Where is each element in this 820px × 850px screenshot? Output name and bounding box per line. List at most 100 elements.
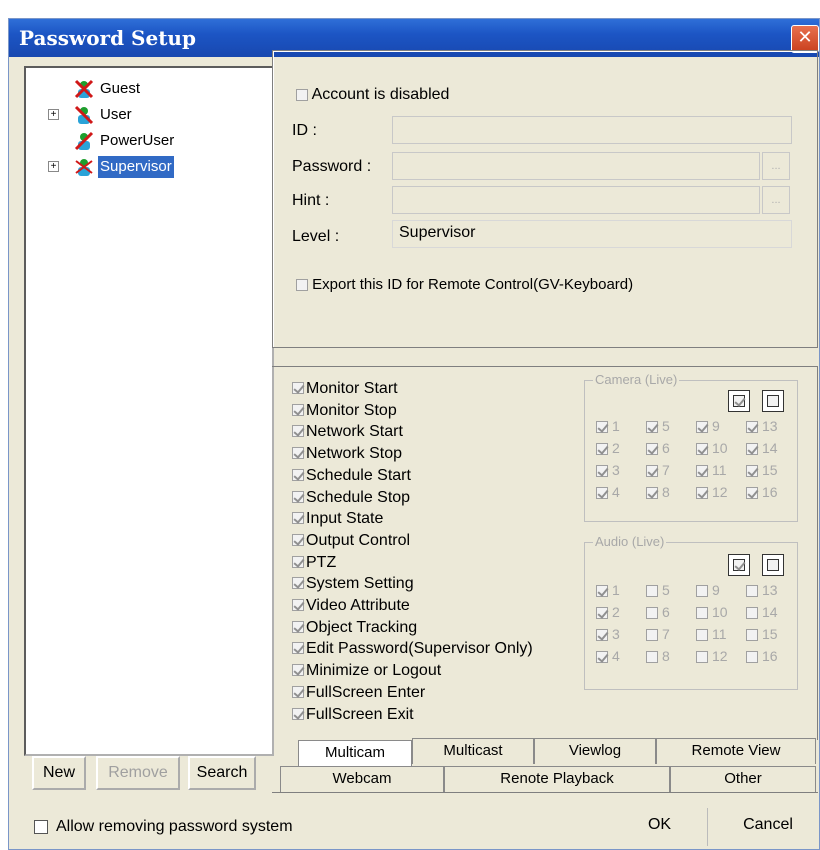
channel-8-checkbox[interactable]: 8 — [646, 648, 670, 664]
checkbox[interactable] — [596, 421, 608, 434]
channel-11-checkbox[interactable]: 11 — [696, 462, 727, 478]
permission-network-stop[interactable]: Network Stop — [292, 443, 402, 465]
tree-node-guest[interactable]: Guest — [26, 78, 266, 100]
checkbox[interactable] — [646, 487, 658, 500]
tree-node-poweruser[interactable]: PowerUser — [26, 130, 266, 152]
clear-all-camera-button[interactable] — [762, 390, 784, 412]
tree-node-supervisor[interactable]: + Supervisor — [26, 156, 266, 178]
account-disabled-checkbox[interactable]: Account is disabled — [296, 86, 449, 104]
channel-7-checkbox[interactable]: 7 — [646, 462, 670, 478]
channel-11-checkbox[interactable]: 11 — [696, 626, 727, 642]
tab-viewlog[interactable]: Viewlog — [534, 738, 656, 764]
checkbox[interactable] — [696, 651, 708, 664]
checkbox[interactable] — [292, 512, 304, 525]
tree-node-user[interactable]: + User — [26, 104, 266, 126]
channel-5-checkbox[interactable]: 5 — [646, 582, 670, 598]
checkbox[interactable] — [292, 664, 304, 677]
password-field[interactable] — [392, 152, 760, 180]
select-all-camera-button[interactable] — [728, 390, 750, 412]
export-keyboard-checkbox[interactable]: Export this ID for Remote Control(GV-Key… — [296, 276, 633, 293]
checkbox[interactable] — [746, 421, 758, 434]
cancel-button[interactable]: Cancel — [718, 808, 818, 846]
channel-10-checkbox[interactable]: 10 — [696, 604, 728, 620]
permission-output-control[interactable]: Output Control — [292, 530, 410, 552]
permission-fullscreen-enter[interactable]: FullScreen Enter — [292, 682, 425, 704]
checkbox[interactable] — [292, 685, 304, 698]
checkbox[interactable] — [746, 629, 758, 642]
permission-edit-password-supervisor-only[interactable]: Edit Password(Supervisor Only) — [292, 638, 533, 660]
close-icon[interactable]: ✕ — [791, 25, 819, 53]
checkbox[interactable] — [596, 651, 608, 664]
checkbox[interactable] — [292, 403, 304, 416]
checkbox[interactable] — [746, 465, 758, 478]
tab-webcam[interactable]: Webcam — [280, 766, 444, 792]
tab-other[interactable]: Other — [670, 766, 816, 792]
channel-9-checkbox[interactable]: 9 — [696, 582, 720, 598]
allow-removing-password-checkbox[interactable]: Allow removing password system — [34, 818, 293, 836]
channel-16-checkbox[interactable]: 16 — [746, 648, 778, 664]
checkbox[interactable] — [596, 629, 608, 642]
channel-5-checkbox[interactable]: 5 — [646, 418, 670, 434]
hint-browse-button[interactable]: ... — [762, 186, 790, 214]
expand-icon[interactable]: + — [48, 161, 59, 172]
checkbox[interactable] — [746, 443, 758, 456]
checkbox[interactable] — [696, 629, 708, 642]
checkbox[interactable] — [292, 447, 304, 460]
checkbox[interactable] — [596, 487, 608, 500]
checkbox[interactable] — [34, 819, 48, 834]
checkbox[interactable] — [292, 620, 304, 633]
channel-14-checkbox[interactable]: 14 — [746, 440, 778, 456]
tab-multicam[interactable]: Multicam — [298, 740, 412, 766]
checkbox[interactable] — [696, 487, 708, 500]
checkbox[interactable] — [296, 279, 308, 292]
channel-2-checkbox[interactable]: 2 — [596, 440, 620, 456]
expand-icon[interactable]: + — [48, 109, 59, 120]
tab-remote-playback[interactable]: Renote Playback — [444, 766, 670, 792]
checkbox[interactable] — [596, 607, 608, 620]
checkbox[interactable] — [292, 533, 304, 546]
checkbox[interactable] — [696, 443, 708, 456]
search-button[interactable]: Search — [188, 756, 256, 790]
checkbox[interactable] — [746, 585, 758, 598]
channel-9-checkbox[interactable]: 9 — [696, 418, 720, 434]
checkbox[interactable] — [646, 585, 658, 598]
permission-fullscreen-exit[interactable]: FullScreen Exit — [292, 704, 414, 726]
new-button[interactable]: New — [32, 756, 86, 790]
channel-4-checkbox[interactable]: 4 — [596, 648, 620, 664]
checkbox[interactable] — [292, 577, 304, 590]
channel-2-checkbox[interactable]: 2 — [596, 604, 620, 620]
checkbox[interactable] — [646, 629, 658, 642]
checkbox[interactable] — [646, 443, 658, 456]
channel-13-checkbox[interactable]: 13 — [746, 582, 778, 598]
ok-button[interactable]: OK — [612, 808, 708, 846]
permission-ptz[interactable]: PTZ — [292, 552, 336, 574]
checkbox[interactable] — [292, 707, 304, 720]
checkbox[interactable] — [596, 585, 608, 598]
channel-3-checkbox[interactable]: 3 — [596, 462, 620, 478]
hint-field[interactable] — [392, 186, 760, 214]
permission-video-attribute[interactable]: Video Attribute — [292, 595, 410, 617]
checkbox[interactable] — [292, 555, 304, 568]
checkbox[interactable] — [746, 651, 758, 664]
checkbox[interactable] — [292, 490, 304, 503]
checkbox[interactable] — [296, 88, 308, 101]
tab-multicast[interactable]: Multicast — [412, 738, 534, 764]
channel-14-checkbox[interactable]: 14 — [746, 604, 778, 620]
checkbox[interactable] — [646, 465, 658, 478]
channel-12-checkbox[interactable]: 12 — [696, 484, 728, 500]
password-browse-button[interactable]: ... — [762, 152, 790, 180]
channel-16-checkbox[interactable]: 16 — [746, 484, 778, 500]
channel-13-checkbox[interactable]: 13 — [746, 418, 778, 434]
permission-object-tracking[interactable]: Object Tracking — [292, 617, 417, 639]
select-all-audio-button[interactable] — [728, 554, 750, 576]
id-field[interactable] — [392, 116, 792, 144]
channel-15-checkbox[interactable]: 15 — [746, 626, 778, 642]
channel-12-checkbox[interactable]: 12 — [696, 648, 728, 664]
checkbox[interactable] — [746, 607, 758, 620]
channel-4-checkbox[interactable]: 4 — [596, 484, 620, 500]
permission-monitor-stop[interactable]: Monitor Stop — [292, 400, 397, 422]
tab-remote-view[interactable]: Remote View — [656, 738, 816, 764]
permission-network-start[interactable]: Network Start — [292, 421, 403, 443]
permission-schedule-start[interactable]: Schedule Start — [292, 465, 411, 487]
user-tree[interactable]: Guest + User PowerUser + Supervisor — [24, 66, 274, 756]
